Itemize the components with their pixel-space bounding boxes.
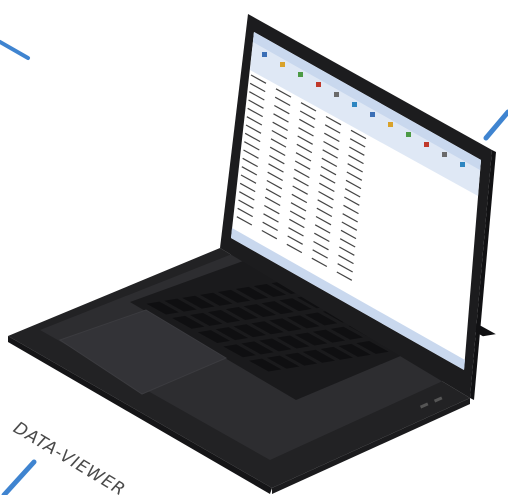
ribbon-icon <box>424 142 429 147</box>
laptop-scene <box>0 14 508 495</box>
ribbon-icon <box>298 72 303 77</box>
ribbon-icon <box>280 62 285 67</box>
accent-line-left <box>0 40 30 60</box>
ribbon-icon <box>334 92 339 97</box>
ribbon-icon <box>460 162 465 167</box>
ribbon-icon <box>442 152 447 157</box>
ribbon-icon <box>352 102 357 107</box>
accent-line-bottom <box>1 459 37 495</box>
ribbon-icon <box>316 82 321 87</box>
ribbon-icon <box>388 122 393 127</box>
ribbon-icon <box>370 112 375 117</box>
ribbon-icon <box>262 52 267 57</box>
ribbon-icon <box>406 132 411 137</box>
accent-line-top-right <box>483 109 508 141</box>
